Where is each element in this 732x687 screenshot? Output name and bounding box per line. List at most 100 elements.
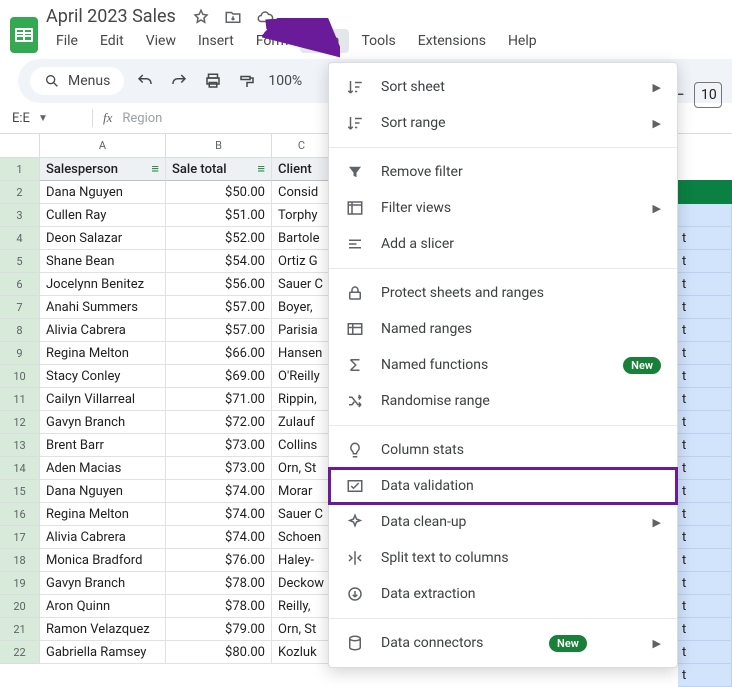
menu-item-named-ranges[interactable]: Named ranges [329,311,677,347]
menu-tools[interactable]: Tools [351,29,405,53]
cell[interactable]: Aron Quinn [40,595,166,618]
selected-cell[interactable]: t [678,434,732,457]
name-box[interactable]: E:E ▼ [12,111,82,126]
cell[interactable]: Torphy [272,204,332,227]
menu-data[interactable]: Data [300,29,349,53]
cell[interactable]: Regina Melton [40,342,166,365]
cell[interactable]: Gavyn Branch [40,572,166,595]
print-button[interactable] [200,68,226,94]
cell[interactable]: $78.00 [166,572,272,595]
cell[interactable]: Sauer C [272,503,332,526]
star-icon[interactable] [192,8,210,26]
selected-cell[interactable]: t [678,480,732,503]
row-number[interactable]: 12 [0,411,40,434]
menu-extensions[interactable]: Extensions [408,29,496,53]
cell[interactable]: Morar [272,480,332,503]
zoom-level[interactable]: 100% [268,73,302,89]
menu-item-split-text-to-columns[interactable]: Split text to columns [329,540,677,576]
cell[interactable]: Brent Barr [40,434,166,457]
cell[interactable]: Schoen [272,526,332,549]
cell[interactable]: Deon Salazar [40,227,166,250]
menu-item-column-stats[interactable]: Column stats [329,432,677,468]
cell[interactable]: $73.00 [166,434,272,457]
row-number[interactable]: 2 [0,181,40,204]
cell[interactable]: Bartole [272,227,332,250]
cell[interactable]: Kozluk [272,641,332,664]
selected-cell[interactable]: t [678,250,732,273]
selected-cell[interactable]: t [678,618,732,641]
selected-cell[interactable]: t [678,273,732,296]
cell[interactable]: Consid [272,181,332,204]
menu-item-remove-filter[interactable]: Remove filter [329,154,677,190]
move-icon[interactable] [224,8,242,26]
cell[interactable]: Cailyn Villarreal [40,388,166,411]
menu-insert[interactable]: Insert [188,29,244,53]
menu-item-data-connectors[interactable]: Data connectorsNew▶ [329,625,677,661]
selected-cell[interactable]: t [678,572,732,595]
cell[interactable]: $56.00 [166,273,272,296]
cell[interactable]: $79.00 [166,618,272,641]
cell[interactable]: $74.00 [166,526,272,549]
header-saletotal[interactable]: Sale total≡ [166,158,272,181]
cell[interactable]: Alivia Cabrera [40,319,166,342]
selected-cell[interactable]: t [678,365,732,388]
cell[interactable]: Aden Macias [40,457,166,480]
menu-item-data-clean-up[interactable]: Data clean-up▶ [329,504,677,540]
filter-icon[interactable]: ≡ [257,161,265,177]
row-number[interactable]: 11 [0,388,40,411]
row-number[interactable]: 22 [0,641,40,664]
menu-item-randomise-range[interactable]: Randomise range [329,383,677,419]
cell[interactable]: Dana Nguyen [40,480,166,503]
menu-item-named-functions[interactable]: Named functionsNew [329,347,677,383]
selected-cell[interactable]: t [678,227,732,250]
cell[interactable]: $57.00 [166,319,272,342]
col-header-a[interactable]: A [40,134,166,158]
row-number[interactable]: 17 [0,526,40,549]
doc-title[interactable]: April 2023 Sales [46,6,176,27]
cell[interactable]: $69.00 [166,365,272,388]
cell[interactable]: Hansen [272,342,332,365]
menu-item-data-validation[interactable]: Data validation [329,468,677,504]
row-number[interactable]: 18 [0,549,40,572]
row-number[interactable]: 20 [0,595,40,618]
cell[interactable]: Rippin, [272,388,332,411]
cell[interactable]: $57.00 [166,296,272,319]
row-number[interactable]: 10 [0,365,40,388]
row-number[interactable]: 5 [0,250,40,273]
row-number[interactable]: 21 [0,618,40,641]
cell[interactable]: Stacy Conley [40,365,166,388]
row-number[interactable]: 6 [0,273,40,296]
cell[interactable]: $50.00 [166,181,272,204]
cell[interactable]: $52.00 [166,227,272,250]
row-number[interactable]: 9 [0,342,40,365]
cell[interactable]: Alivia Cabrera [40,526,166,549]
menu-file[interactable]: File [46,29,88,53]
cell[interactable]: Gavyn Branch [40,411,166,434]
row-number[interactable]: 14 [0,457,40,480]
selected-cell[interactable]: t [678,319,732,342]
selected-cell[interactable]: t [678,388,732,411]
cell[interactable]: Boyer, [272,296,332,319]
cell[interactable]: Collins [272,434,332,457]
row-number[interactable]: 16 [0,503,40,526]
selected-cell[interactable]: t [678,664,732,687]
selected-cell[interactable]: t [678,411,732,434]
selected-cell[interactable]: t [678,503,732,526]
menu-item-protect-sheets-and-ranges[interactable]: Protect sheets and ranges [329,275,677,311]
cell[interactable]: Anahi Summers [40,296,166,319]
cell[interactable]: $76.00 [166,549,272,572]
cell[interactable]: $80.00 [166,641,272,664]
selected-cell[interactable]: t [678,296,732,319]
menu-edit[interactable]: Edit [90,29,134,53]
cell[interactable]: Shane Bean [40,250,166,273]
menu-item-data-extraction[interactable]: Data extraction [329,576,677,612]
cell[interactable]: Regina Melton [40,503,166,526]
menus-search[interactable]: Menus [30,67,124,95]
undo-button[interactable] [132,68,158,94]
cell[interactable]: Parisia [272,319,332,342]
menu-form[interactable]: Form [246,29,299,53]
row-number[interactable]: 1 [0,158,40,181]
selected-cell[interactable]: t [678,342,732,365]
menu-help[interactable]: Help [498,29,547,53]
select-all-corner[interactable] [0,134,40,158]
